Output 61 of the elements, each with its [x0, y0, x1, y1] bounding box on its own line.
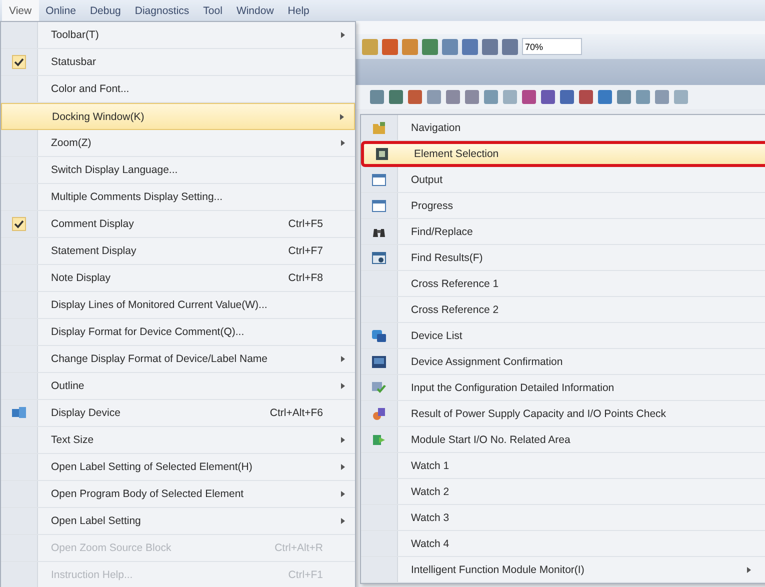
window-search-icon: [371, 250, 387, 266]
menu-item[interactable]: Open Label Setting of Selected Element(H): [1, 454, 355, 481]
toolbar-button[interactable]: [462, 38, 478, 54]
menu-item[interactable]: Toolbar(T): [1, 22, 355, 49]
menu-item[interactable]: Statement Display Ctrl+F7: [1, 238, 355, 265]
menu-bar-item[interactable]: Help: [280, 0, 316, 21]
toolbar-button[interactable]: [502, 38, 518, 54]
menu-item[interactable]: Device List: [361, 323, 765, 349]
menu-item[interactable]: Comment Display Ctrl+F5: [1, 211, 355, 238]
zoom-field[interactable]: 70%: [522, 38, 582, 55]
window-icon: [371, 198, 387, 214]
menu-item[interactable]: Watch 2: [361, 479, 765, 505]
menu-item[interactable]: Element Selection: [361, 141, 765, 167]
toolbar-button[interactable]: [560, 90, 574, 104]
toolbar-button[interactable]: [382, 38, 398, 54]
screen-icon: [371, 354, 387, 370]
toolbar-button[interactable]: [482, 38, 498, 54]
panel-icon: [374, 146, 390, 162]
toolbar-button[interactable]: [362, 38, 378, 54]
menu-item[interactable]: Multiple Comments Display Setting...: [1, 184, 355, 211]
menu-item[interactable]: Display Device Ctrl+Alt+F6: [1, 400, 355, 427]
menu-item[interactable]: Display Lines of Monitored Current Value(W)...: [1, 292, 355, 319]
menu-item[interactable]: Cross Reference 2: [361, 297, 765, 323]
menu-bar-item[interactable]: View: [2, 0, 39, 21]
menu-item[interactable]: Statusbar: [1, 49, 355, 76]
toolbar-button[interactable]: [402, 38, 418, 54]
menu-item[interactable]: Watch 3: [361, 505, 765, 531]
menu-item[interactable]: Intelligent Function Module Monitor(I): [361, 557, 765, 583]
menu-item[interactable]: Find/Replace: [361, 219, 765, 245]
menu-item[interactable]: Note Display Ctrl+F8: [1, 265, 355, 292]
menu-item[interactable]: Text Size: [1, 427, 355, 454]
menu-item[interactable]: Zoom(Z): [1, 130, 355, 157]
menu-item[interactable]: Cross Reference 1: [361, 271, 765, 297]
menu-bar-item[interactable]: Window: [229, 0, 281, 21]
menu-item[interactable]: Outline: [1, 373, 355, 400]
device-list-icon: [371, 328, 387, 344]
menu-item[interactable]: Switch Display Language...: [1, 157, 355, 184]
menu-item[interactable]: Progress: [361, 193, 765, 219]
menu-item[interactable]: Open Label Setting: [1, 508, 355, 535]
menu-bar-item[interactable]: Diagnostics: [128, 0, 196, 21]
toolbar-button[interactable]: [442, 38, 458, 54]
menu-item[interactable]: Input the Configuration Detailed Information: [361, 375, 765, 401]
menu-bar-item[interactable]: Tool: [196, 0, 230, 21]
menu-item[interactable]: Find Results(F): [361, 245, 765, 271]
menu-item[interactable]: Change Display Format of Device/Label Name: [1, 346, 355, 373]
menu-item[interactable]: Module Start I/O No. Related Area: [361, 427, 765, 453]
device-icon: [11, 405, 27, 421]
menu-item[interactable]: Docking Window(K): [1, 103, 355, 130]
menu-item[interactable]: Device Assignment Confirmation: [361, 349, 765, 375]
menu-item[interactable]: Open Program Body of Selected Element: [1, 481, 355, 508]
menu-item[interactable]: Watch 1: [361, 453, 765, 479]
folder-tree-icon: [371, 120, 387, 136]
toolbar-button[interactable]: [422, 38, 438, 54]
menu-bar-item[interactable]: Debug: [82, 0, 128, 21]
toolbar-button[interactable]: [541, 90, 555, 104]
window-icon: [371, 172, 387, 188]
menu-item[interactable]: Output: [361, 167, 765, 193]
menu-item[interactable]: Result of Power Supply Capacity and I/O Points Check: [361, 401, 765, 427]
menu-item[interactable]: Watch 4: [361, 531, 765, 557]
menu-item[interactable]: Display Format for Device Comment(Q)...: [1, 319, 355, 346]
menu-bar-item[interactable]: Online: [38, 0, 83, 21]
